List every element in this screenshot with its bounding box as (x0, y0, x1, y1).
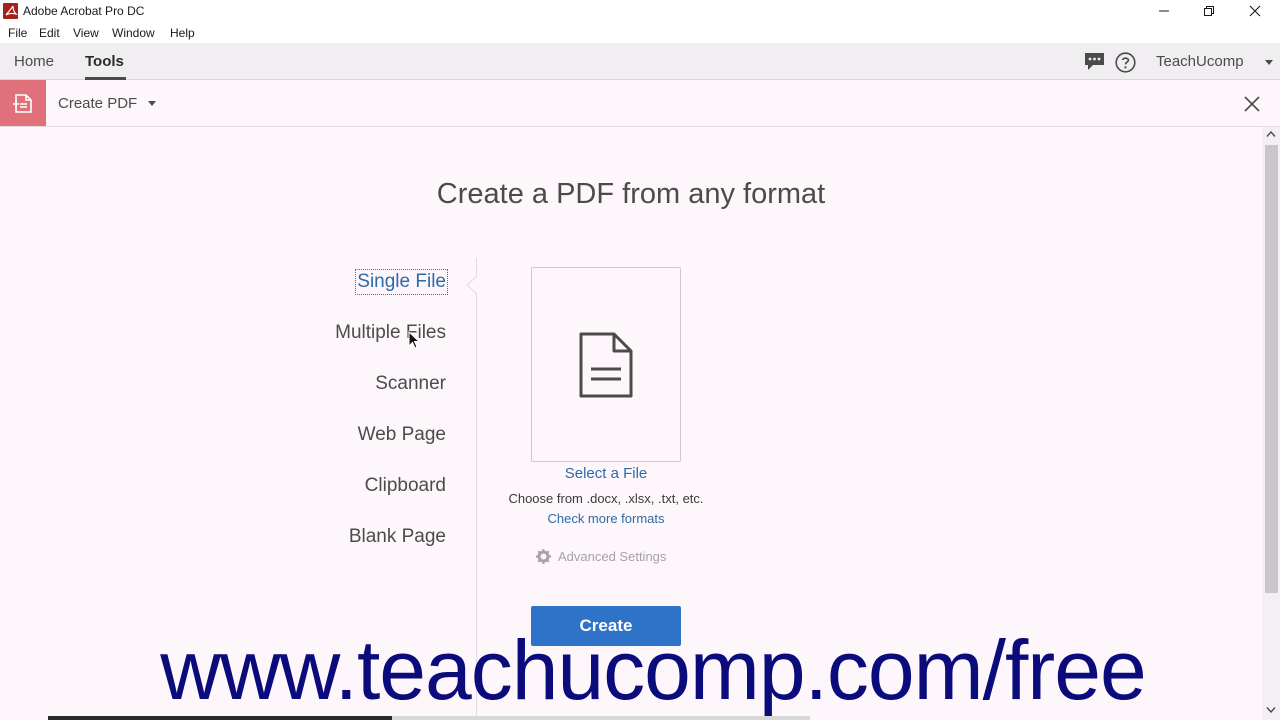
create-pdf-tool-icon (0, 80, 46, 126)
window-title: Adobe Acrobat Pro DC (23, 4, 145, 18)
advanced-settings-link[interactable]: Advanced Settings (558, 549, 666, 564)
check-more-formats-link[interactable]: Check more formats (480, 511, 732, 526)
tab-home[interactable]: Home (14, 53, 54, 70)
chevron-down-icon[interactable] (148, 101, 156, 106)
source-multiple-files[interactable]: Multiple Files (335, 322, 446, 344)
file-drop-card[interactable] (531, 267, 681, 462)
chat-icon[interactable] (1084, 52, 1105, 71)
menu-view[interactable]: View (73, 26, 99, 40)
menu-window[interactable]: Window (112, 26, 155, 40)
acrobat-window: Adobe Acrobat Pro DC File Edit View Wind… (0, 0, 1280, 720)
bottom-strip (48, 716, 392, 720)
menu-help[interactable]: Help (170, 26, 195, 40)
gear-icon (536, 549, 551, 564)
close-tool-icon[interactable] (1244, 96, 1260, 112)
page-heading: Create a PDF from any format (436, 178, 826, 210)
close-window-button[interactable] (1232, 0, 1278, 22)
watermark: www.teachucomp.com/free (160, 623, 1146, 717)
select-file-link[interactable]: Select a File (531, 465, 681, 482)
tab-tools[interactable]: Tools (85, 53, 124, 70)
bottom-strip (392, 716, 810, 720)
minimize-button[interactable] (1141, 0, 1187, 22)
restore-button[interactable] (1186, 0, 1232, 22)
source-blank-page[interactable]: Blank Page (349, 526, 446, 548)
source-web-page[interactable]: Web Page (358, 424, 446, 446)
acrobat-icon (3, 3, 18, 19)
title-bar: Adobe Acrobat Pro DC (0, 0, 1280, 22)
menu-edit[interactable]: Edit (39, 26, 60, 40)
create-pdf-icon (13, 94, 32, 113)
close-icon (1249, 5, 1261, 17)
tool-header (0, 80, 1280, 127)
scroll-up-icon[interactable] (1266, 131, 1276, 137)
minimize-icon (1159, 10, 1169, 12)
menu-bar: File Edit View Window Help (0, 22, 1280, 43)
source-single-file[interactable]: Single File (355, 269, 448, 295)
chevron-down-icon[interactable] (1265, 60, 1273, 65)
document-icon (579, 332, 633, 398)
maximize-icon (1204, 6, 1214, 16)
source-clipboard[interactable]: Clipboard (365, 475, 446, 497)
help-icon[interactable] (1115, 52, 1136, 73)
selection-pointer (466, 276, 478, 294)
user-account[interactable]: TeachUcomp (1156, 53, 1244, 70)
source-scanner[interactable]: Scanner (375, 373, 446, 395)
mouse-cursor-icon (408, 331, 420, 349)
scrollbar-thumb[interactable] (1265, 145, 1278, 593)
tool-title[interactable]: Create PDF (58, 95, 137, 112)
format-hint: Choose from .docx, .xlsx, .txt, etc. (508, 491, 704, 506)
menu-file[interactable]: File (8, 26, 27, 40)
